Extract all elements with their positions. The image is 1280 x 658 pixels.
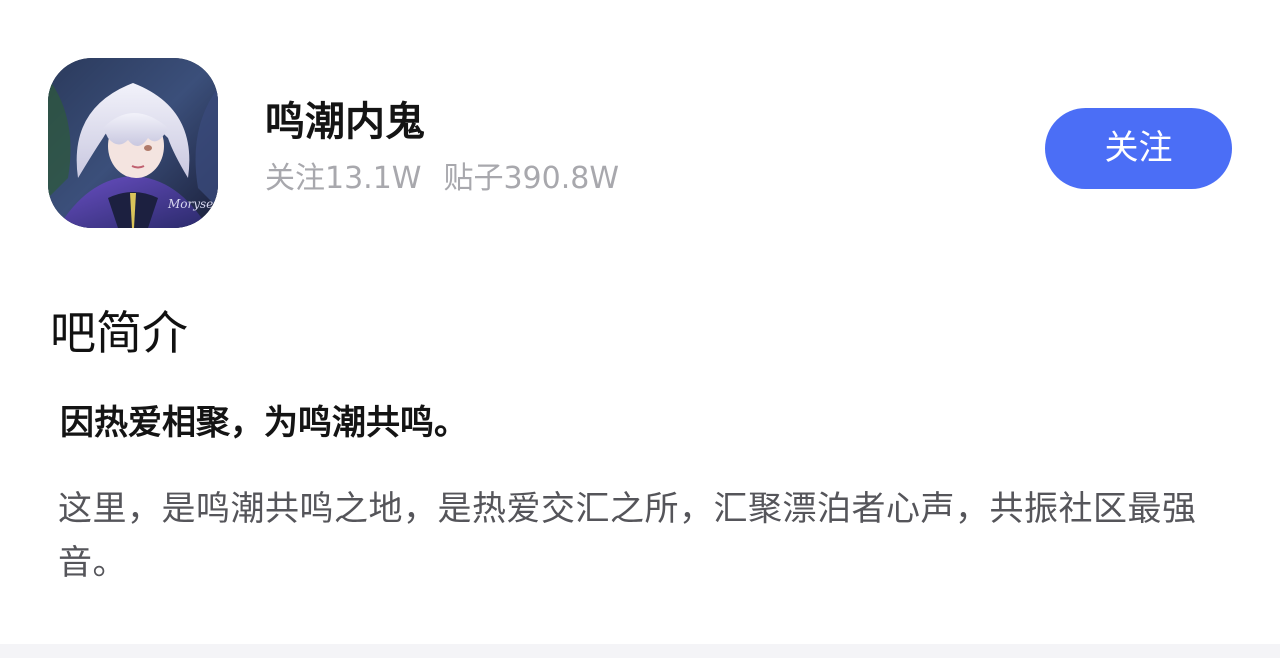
section-divider (0, 644, 1280, 658)
follow-button[interactable]: 关注 (1045, 108, 1232, 189)
forum-stats: 关注13.1W 贴子390.8W (265, 158, 641, 200)
forum-info-page: Moryse 鸣潮内鬼 关注13.1W 贴子390.8W 关注 吧简介 因热爱相聚… (0, 0, 1280, 658)
forum-avatar[interactable]: Moryse (48, 58, 218, 228)
intro-slogan: 因热爱相聚，为鸣潮共鸣。 (60, 403, 468, 443)
followers-count: 关注13.1W (265, 161, 422, 196)
forum-name: 鸣潮内鬼 (265, 99, 425, 145)
avatar-signature: Moryse (167, 197, 213, 211)
intro-section-title: 吧简介 (50, 306, 188, 360)
anime-character-avatar-icon: Moryse (48, 58, 218, 228)
intro-description: 这里，是鸣潮共鸣之地，是热爱交汇之所，汇聚漂泊者心声，共振社区最强音。 (58, 489, 1197, 583)
posts-count: 贴子390.8W (443, 161, 620, 196)
forum-header: Moryse 鸣潮内鬼 关注13.1W 贴子390.8W 关注 (0, 0, 1280, 250)
